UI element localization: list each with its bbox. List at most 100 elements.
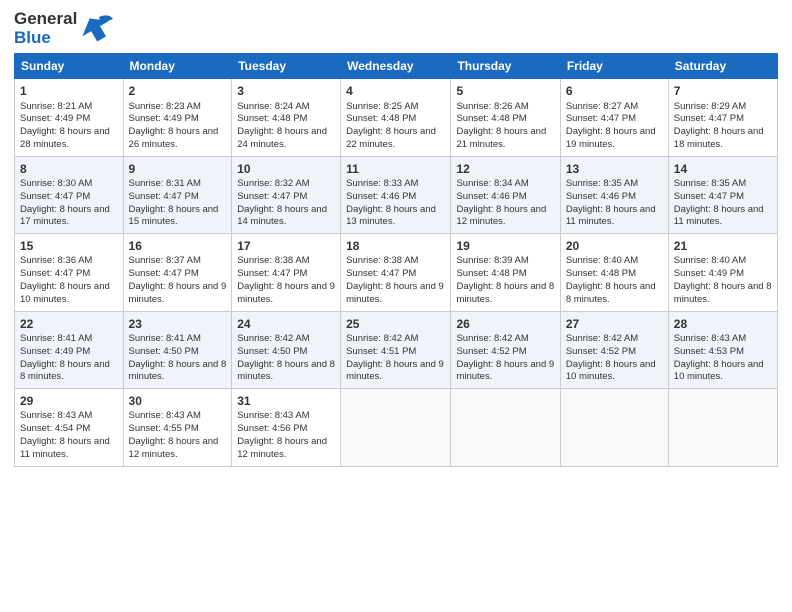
day-number: 9 [129,161,227,177]
day-info: Sunrise: 8:36 AMSunset: 4:47 PMDaylight:… [20,255,118,306]
day-number: 15 [20,238,118,254]
calendar-header-friday: Friday [560,54,668,79]
calendar-cell: 27Sunrise: 8:42 AMSunset: 4:52 PMDayligh… [560,311,668,388]
day-number: 1 [20,83,118,99]
calendar-cell: 25Sunrise: 8:42 AMSunset: 4:51 PMDayligh… [341,311,451,388]
logo-blue: Blue [14,29,77,48]
calendar-week-5: 29Sunrise: 8:43 AMSunset: 4:54 PMDayligh… [15,389,778,466]
day-info: Sunrise: 8:25 AMSunset: 4:48 PMDaylight:… [346,101,445,152]
calendar-cell: 1 Sunrise: 8:21 AMSunset: 4:49 PMDaylight… [15,79,124,156]
day-info: Sunrise: 8:40 AMSunset: 4:48 PMDaylight:… [566,255,663,306]
day-number: 13 [566,161,663,177]
day-number: 12 [456,161,554,177]
day-info: Sunrise: 8:43 AMSunset: 4:55 PMDaylight:… [129,410,227,461]
calendar-cell: 5 Sunrise: 8:26 AMSunset: 4:48 PMDaylight… [451,79,560,156]
day-info: Sunrise: 8:39 AMSunset: 4:48 PMDaylight:… [456,255,554,306]
calendar-week-1: 1 Sunrise: 8:21 AMSunset: 4:49 PMDaylight… [15,79,778,156]
day-number: 2 [129,83,227,99]
calendar-header-wednesday: Wednesday [341,54,451,79]
calendar-cell: 26Sunrise: 8:42 AMSunset: 4:52 PMDayligh… [451,311,560,388]
logo: General Blue [14,10,115,47]
day-number: 20 [566,238,663,254]
day-info: Sunrise: 8:41 AMSunset: 4:49 PMDaylight:… [20,333,118,384]
calendar-header-thursday: Thursday [451,54,560,79]
calendar-cell: 4 Sunrise: 8:25 AMSunset: 4:48 PMDaylight… [341,79,451,156]
day-number: 14 [674,161,772,177]
day-number: 4 [346,83,445,99]
calendar-cell: 7Sunrise: 8:29 AMSunset: 4:47 PMDaylight… [668,79,777,156]
calendar-header-sunday: Sunday [15,54,124,79]
calendar-cell: 9Sunrise: 8:31 AMSunset: 4:47 PMDaylight… [123,156,232,233]
day-number: 28 [674,316,772,332]
calendar-week-4: 22Sunrise: 8:41 AMSunset: 4:49 PMDayligh… [15,311,778,388]
day-info: Sunrise: 8:42 AMSunset: 4:51 PMDaylight:… [346,333,445,384]
day-info: Sunrise: 8:31 AMSunset: 4:47 PMDaylight:… [129,178,227,229]
day-info: Sunrise: 8:42 AMSunset: 4:52 PMDaylight:… [456,333,554,384]
day-number: 31 [237,393,335,409]
day-info: Sunrise: 8:37 AMSunset: 4:47 PMDaylight:… [129,255,227,306]
day-number: 10 [237,161,335,177]
logo-bird-icon [79,11,115,47]
day-info: Sunrise: 8:33 AMSunset: 4:46 PMDaylight:… [346,178,445,229]
calendar-cell: 8Sunrise: 8:30 AMSunset: 4:47 PMDaylight… [15,156,124,233]
day-number: 29 [20,393,118,409]
day-number: 6 [566,83,663,99]
calendar-cell: 30Sunrise: 8:43 AMSunset: 4:55 PMDayligh… [123,389,232,466]
calendar-header-saturday: Saturday [668,54,777,79]
day-number: 8 [20,161,118,177]
calendar-week-3: 15Sunrise: 8:36 AMSunset: 4:47 PMDayligh… [15,234,778,311]
logo-general: General [14,10,77,29]
calendar-cell: 15Sunrise: 8:36 AMSunset: 4:47 PMDayligh… [15,234,124,311]
calendar-cell: 24Sunrise: 8:42 AMSunset: 4:50 PMDayligh… [232,311,341,388]
calendar-header-tuesday: Tuesday [232,54,341,79]
day-info: Sunrise: 8:21 AMSunset: 4:49 PMDaylight:… [20,101,118,152]
calendar-cell: 14Sunrise: 8:35 AMSunset: 4:47 PMDayligh… [668,156,777,233]
day-number: 27 [566,316,663,332]
calendar-cell: 18Sunrise: 8:38 AMSunset: 4:47 PMDayligh… [341,234,451,311]
calendar-cell: 11Sunrise: 8:33 AMSunset: 4:46 PMDayligh… [341,156,451,233]
calendar-cell: 21Sunrise: 8:40 AMSunset: 4:49 PMDayligh… [668,234,777,311]
calendar-cell: 17Sunrise: 8:38 AMSunset: 4:47 PMDayligh… [232,234,341,311]
day-number: 18 [346,238,445,254]
calendar-body: 1 Sunrise: 8:21 AMSunset: 4:49 PMDaylight… [15,79,778,466]
day-info: Sunrise: 8:42 AMSunset: 4:52 PMDaylight:… [566,333,663,384]
day-info: Sunrise: 8:38 AMSunset: 4:47 PMDaylight:… [237,255,335,306]
day-info: Sunrise: 8:26 AMSunset: 4:48 PMDaylight:… [456,101,554,152]
calendar-header-row: SundayMondayTuesdayWednesdayThursdayFrid… [15,54,778,79]
calendar-cell: 28Sunrise: 8:43 AMSunset: 4:53 PMDayligh… [668,311,777,388]
day-info: Sunrise: 8:30 AMSunset: 4:47 PMDaylight:… [20,178,118,229]
day-number: 25 [346,316,445,332]
calendar-cell: 16Sunrise: 8:37 AMSunset: 4:47 PMDayligh… [123,234,232,311]
calendar-cell: 31Sunrise: 8:43 AMSunset: 4:56 PMDayligh… [232,389,341,466]
calendar-cell: 2 Sunrise: 8:23 AMSunset: 4:49 PMDaylight… [123,79,232,156]
day-info: Sunrise: 8:32 AMSunset: 4:47 PMDaylight:… [237,178,335,229]
day-info: Sunrise: 8:43 AMSunset: 4:54 PMDaylight:… [20,410,118,461]
day-info: Sunrise: 8:24 AMSunset: 4:48 PMDaylight:… [237,101,335,152]
day-number: 3 [237,83,335,99]
day-info: Sunrise: 8:34 AMSunset: 4:46 PMDaylight:… [456,178,554,229]
calendar-cell [668,389,777,466]
day-number: 5 [456,83,554,99]
day-info: Sunrise: 8:38 AMSunset: 4:47 PMDaylight:… [346,255,445,306]
calendar-header-monday: Monday [123,54,232,79]
calendar-week-2: 8Sunrise: 8:30 AMSunset: 4:47 PMDaylight… [15,156,778,233]
calendar-cell [451,389,560,466]
day-number: 24 [237,316,335,332]
calendar-cell: 6Sunrise: 8:27 AMSunset: 4:47 PMDaylight… [560,79,668,156]
day-number: 23 [129,316,227,332]
calendar-table: SundayMondayTuesdayWednesdayThursdayFrid… [14,53,778,466]
day-number: 26 [456,316,554,332]
day-number: 21 [674,238,772,254]
calendar-cell: 3 Sunrise: 8:24 AMSunset: 4:48 PMDaylight… [232,79,341,156]
calendar-cell: 10Sunrise: 8:32 AMSunset: 4:47 PMDayligh… [232,156,341,233]
day-info: Sunrise: 8:23 AMSunset: 4:49 PMDaylight:… [129,101,227,152]
calendar-cell: 22Sunrise: 8:41 AMSunset: 4:49 PMDayligh… [15,311,124,388]
calendar-cell: 12Sunrise: 8:34 AMSunset: 4:46 PMDayligh… [451,156,560,233]
day-number: 11 [346,161,445,177]
calendar-cell: 13Sunrise: 8:35 AMSunset: 4:46 PMDayligh… [560,156,668,233]
calendar-cell [560,389,668,466]
day-info: Sunrise: 8:35 AMSunset: 4:47 PMDaylight:… [674,178,772,229]
day-number: 22 [20,316,118,332]
day-number: 19 [456,238,554,254]
day-info: Sunrise: 8:43 AMSunset: 4:53 PMDaylight:… [674,333,772,384]
